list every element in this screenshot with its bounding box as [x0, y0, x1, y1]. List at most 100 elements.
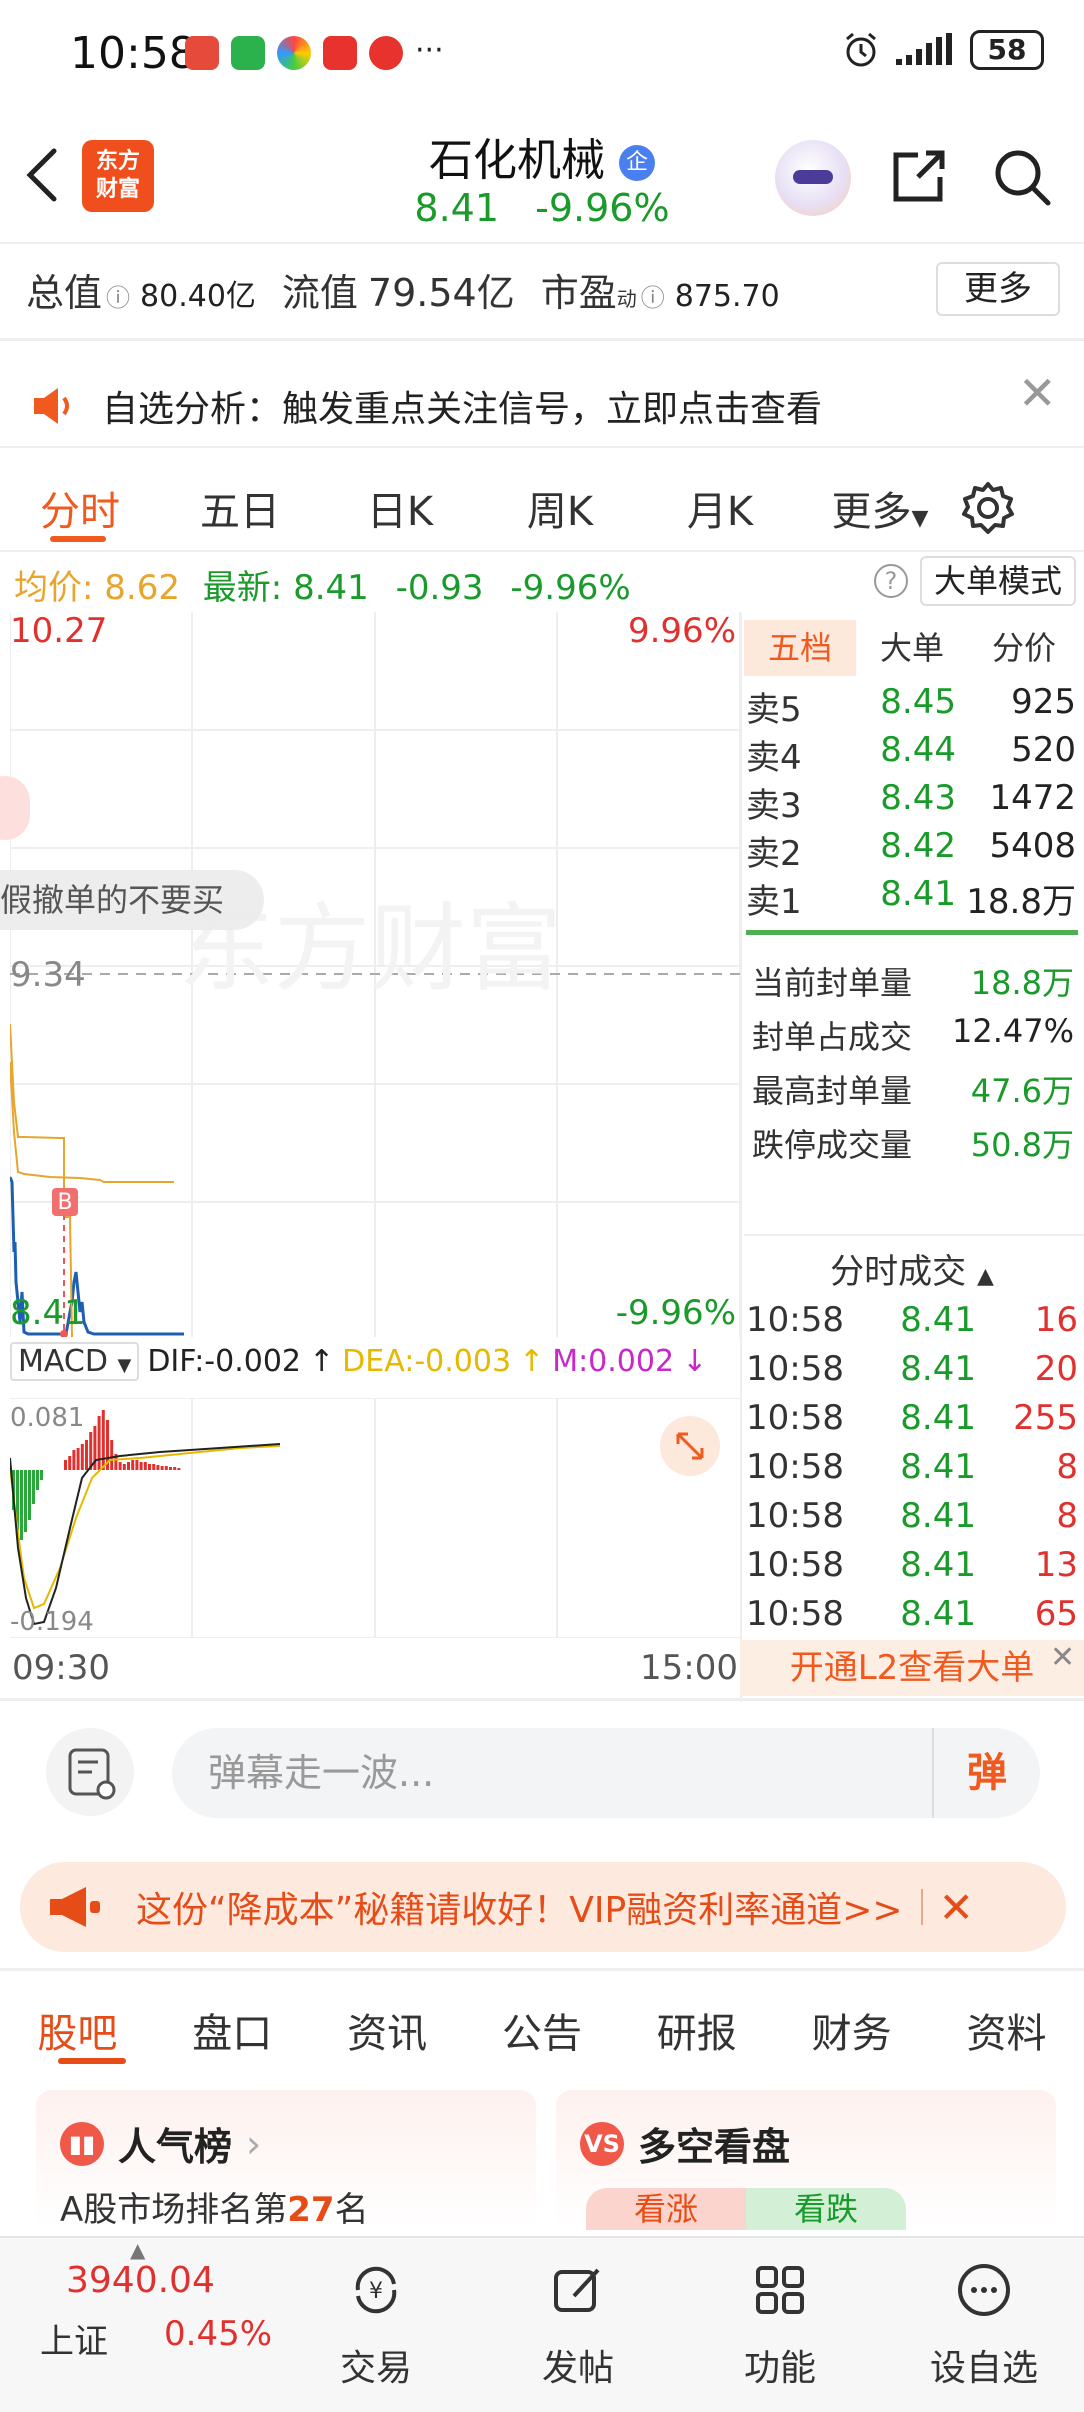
bull-bear-card[interactable]: VS 多空看盘 看涨 看跌 [556, 2090, 1056, 2230]
tick-row: 10:58 8.41 13 [746, 1545, 1078, 1585]
macd-selector[interactable]: MACD ▼ [10, 1342, 140, 1381]
ask-volume: 925 [1011, 682, 1076, 722]
tab-news[interactable]: 资讯 [347, 2001, 427, 2059]
share-icon[interactable] [888, 145, 950, 207]
settings-gear-icon[interactable] [960, 480, 1016, 536]
order-book-row: 卖3 8.43 1472 [746, 778, 1076, 827]
alarm-icon [846, 32, 876, 67]
macd-bar-positive [160, 1466, 164, 1470]
danmaku-bubble: 假撤单的不要买 [0, 870, 265, 930]
dif-line [10, 1443, 281, 1626]
ai-assistant-icon[interactable] [775, 140, 851, 216]
bull-button[interactable]: 看涨 [586, 2188, 746, 2230]
tab-price-distribution[interactable]: 分价 [968, 620, 1080, 676]
chevron-up-icon: ▲ [130, 2238, 146, 2262]
ticks-header[interactable]: 分时成交 ▲ [744, 1244, 1080, 1293]
danmaku-settings-icon[interactable] [46, 1728, 134, 1816]
tab-forum[interactable]: 股吧 [37, 2001, 117, 2059]
intraday-chart[interactable]: 东方财富 B 10.27 9.96% 9.34 8.41 -9.96% [10, 612, 740, 1337]
info-icon[interactable]: ⓘ [641, 278, 665, 313]
bear-button[interactable]: 看跌 [746, 2188, 906, 2230]
macd-bar-positive [148, 1464, 151, 1470]
notice-banner[interactable]: 自选分析：触发重点关注信号，立即点击查看 [30, 380, 822, 432]
tab-announcements[interactable]: 公告 [502, 2001, 582, 2059]
divider [0, 1698, 1084, 1701]
nav-trade[interactable]: ¥ 交易 [296, 2266, 456, 2391]
tab-market-depth[interactable]: 盘口 [192, 2001, 272, 2059]
search-icon[interactable] [990, 145, 1054, 209]
macd-label: MACD [18, 1344, 108, 1379]
nav-post-label: 发帖 [541, 2348, 614, 2389]
close-icon[interactable]: ✕ [939, 1883, 974, 1932]
macd-bar-negative [20, 1470, 23, 1540]
seal-value: 18.8万 [970, 964, 1074, 1002]
ranking-icon: ▮▮ [60, 2121, 104, 2166]
tab-intraday[interactable]: 分时 [0, 479, 160, 537]
close-icon[interactable]: ✕ [1018, 366, 1057, 420]
seal-label: 当前封单量 [752, 964, 913, 1002]
arrow-up-icon: ↑ [519, 1344, 545, 1379]
ask-price: 8.42 [880, 826, 956, 866]
tick-time: 10:58 [746, 1349, 844, 1389]
macd-bar-positive [72, 1450, 76, 1470]
macd-bar-positive [110, 1440, 114, 1470]
tick-price: 8.41 [900, 1300, 976, 1340]
macd-bar-positive [127, 1462, 130, 1470]
close-icon[interactable]: ✕ [1050, 1640, 1075, 1675]
send-danmaku-button[interactable]: 弹 [932, 1728, 1040, 1818]
promo-banner[interactable]: 这份“降成本”秘籍请收好！VIP融资利率通道>> ✕ [20, 1862, 1066, 1952]
macd-dif: DIF:-0.002 [147, 1344, 302, 1379]
help-icon[interactable]: ? [874, 564, 908, 598]
edit-icon [554, 2268, 600, 2312]
large-order-mode-button[interactable]: 大单模式 [920, 556, 1076, 606]
index-value[interactable]: 3940.04 [66, 2260, 215, 2301]
seal-value: 50.8万 [970, 1126, 1074, 1164]
more-button[interactable]: 更多 [936, 262, 1060, 316]
macd-bar-positive [80, 1444, 84, 1470]
chart-period-tabs: 分时 五日 日K 周K 月K 更多▼ [0, 466, 1084, 550]
nav-post[interactable]: 发帖 [498, 2268, 658, 2391]
tab-daily-k[interactable]: 日K [320, 479, 480, 537]
tab-financials[interactable]: 财务 [812, 2001, 892, 2059]
macd-indicator-bar: MACD ▼ DIF:-0.002 ↑ DEA:-0.003 ↑ M:0.002 ↓ [10, 1342, 707, 1381]
bottom-navigation: ▲ 3940.04 上证 0.45% ¥ 交易 发帖 功能 设自选 [0, 2236, 1084, 2412]
nav-functions[interactable]: 功能 [700, 2266, 860, 2391]
lower-limit-price: 8.41 [10, 1293, 86, 1333]
tab-large-orders[interactable]: 大单 [856, 620, 968, 676]
status-bar: 10:58 ··· 58 [0, 0, 1084, 110]
danmaku-input[interactable]: 弹幕走一波... [172, 1728, 1040, 1818]
tick-volume: 8 [1056, 1496, 1078, 1536]
avg-value: 8.62 [104, 568, 180, 608]
tab-monthly-k[interactable]: 月K [640, 479, 800, 537]
tab-more[interactable]: 更多▼ [800, 479, 960, 537]
tick-price: 8.41 [900, 1545, 976, 1585]
svg-text:¥: ¥ [369, 2279, 383, 2304]
macd-chart: 0.081 -0.194 [10, 1398, 740, 1638]
ask-price: 8.45 [880, 682, 956, 722]
popularity-title: 人气榜 [118, 2125, 233, 2169]
metrics-row: 总值 ⓘ 80.40亿 流值 79.54亿 市盈 动 ⓘ 875.70 [26, 262, 780, 317]
nav-add-watchlist[interactable]: 设自选 [904, 2264, 1064, 2391]
tick-time: 10:58 [746, 1398, 844, 1438]
tab-profile[interactable]: 资料 [966, 2001, 1046, 2059]
change-value: -0.93 [395, 568, 484, 608]
status-time: 10:58 [70, 28, 197, 79]
macd-bar-positive [118, 1462, 122, 1470]
speaker-icon [34, 388, 69, 424]
upper-limit-percent: 9.96% [628, 612, 736, 651]
ask-label: 卖4 [746, 738, 802, 778]
info-icon[interactable]: ⓘ [106, 278, 130, 313]
tab-5day[interactable]: 五日 [160, 479, 320, 537]
macd-m: M:0.002 [552, 1344, 675, 1379]
tick-volume: 255 [1013, 1398, 1078, 1438]
tab-research[interactable]: 研报 [657, 2001, 737, 2059]
popularity-rank: A股市场排名第27名 [60, 2182, 369, 2231]
l2-upgrade-banner[interactable]: 开通L2查看大单 [740, 1640, 1084, 1696]
tab-five-levels[interactable]: 五档 [744, 620, 856, 676]
tab-weekly-k[interactable]: 周K [480, 479, 640, 537]
active-tab-indicator [58, 2058, 126, 2064]
arrow-up-icon: ↑ [309, 1344, 335, 1379]
popularity-card[interactable]: ▮▮ 人气榜 › A股市场排名第27名 [36, 2090, 536, 2230]
macd-max: 0.081 [10, 1403, 84, 1433]
pe-value: 875.70 [674, 279, 780, 314]
